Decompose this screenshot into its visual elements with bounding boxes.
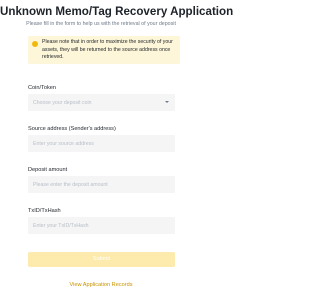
deposit-amount-input[interactable]: Please enter the deposit amount — [28, 176, 175, 193]
source-address-placeholder: Enter your source address — [33, 140, 94, 147]
chevron-down-icon — [165, 101, 169, 103]
page-subtitle: Please fill in the form to help us with … — [26, 21, 176, 27]
coin-placeholder: Choose your deposit coin — [33, 99, 92, 106]
source-address-input[interactable]: Enter your source address — [28, 135, 175, 152]
notice-text: Please note that in order to maximize th… — [42, 39, 173, 61]
source-address-label: Source address (Sender's address) — [28, 126, 116, 132]
security-notice: Please note that in order to maximize th… — [28, 36, 180, 64]
txid-label: TxID/TxHash — [28, 208, 61, 214]
page-title: Unknown Memo/Tag Recovery Application — [0, 5, 234, 18]
deposit-amount-label: Deposit amount — [28, 167, 68, 173]
deposit-amount-placeholder: Please enter the deposit amount — [33, 181, 108, 188]
coin-label: Coin/Token — [28, 85, 56, 91]
dot-icon — [32, 41, 38, 47]
recovery-application-page: Unknown Memo/Tag Recovery Application Pl… — [0, 0, 234, 300]
submit-button[interactable]: Submit — [28, 252, 175, 267]
view-application-records-link[interactable]: View Application Records — [0, 282, 202, 288]
txid-input[interactable]: Enter your TxID/TxHash — [28, 217, 175, 234]
coin-select[interactable]: Choose your deposit coin — [28, 94, 175, 111]
txid-placeholder: Enter your TxID/TxHash — [33, 222, 89, 229]
